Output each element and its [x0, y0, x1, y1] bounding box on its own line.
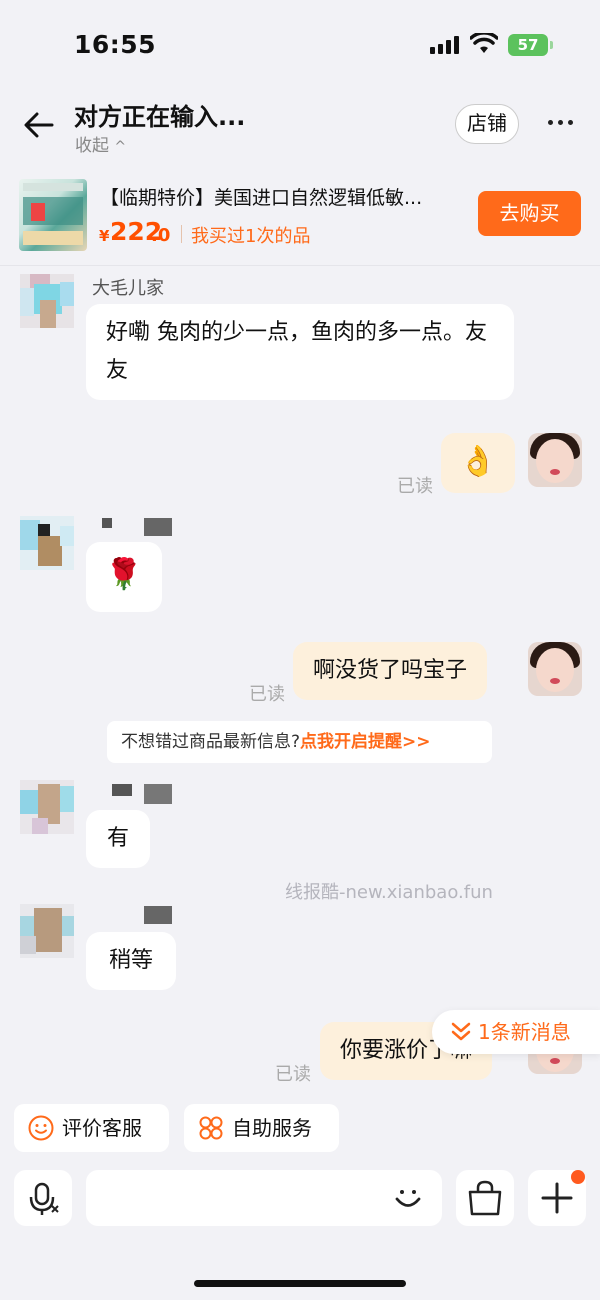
- voice-input-button[interactable]: [14, 1170, 72, 1226]
- rate-service-button[interactable]: 评价客服: [14, 1104, 169, 1152]
- avatar[interactable]: [20, 780, 74, 834]
- pixelated-sender-name: [102, 518, 112, 528]
- new-message-pill[interactable]: 1条新消息: [432, 1010, 600, 1054]
- status-time: 16:55: [74, 30, 157, 59]
- quick-action-label: 评价客服: [62, 1116, 142, 1140]
- notification-dot: [571, 1170, 585, 1184]
- sender-name: 大毛儿家: [92, 278, 164, 299]
- pixelated-sender-name: [144, 784, 172, 804]
- read-receipt: 已读: [397, 476, 433, 497]
- my-avatar[interactable]: [528, 642, 582, 696]
- shopping-bag-button[interactable]: [456, 1170, 514, 1226]
- product-card[interactable]: 【临期特价】美国进口自然逻辑低敏... ¥ 222 .0 我买过1次的品 去购买: [0, 170, 600, 266]
- divider: [181, 225, 182, 243]
- chevron-up-icon: ^: [114, 139, 127, 155]
- new-message-label: 1条新消息: [478, 1020, 571, 1044]
- grid-clover-icon: [199, 1116, 223, 1140]
- chat-title: 对方正在输入...: [74, 103, 246, 131]
- rose-emoji: 🌹: [105, 557, 143, 592]
- more-icon[interactable]: [546, 118, 576, 128]
- reminder-notice[interactable]: 不想错过商品最新信息?点我开启提醒>>: [107, 721, 492, 763]
- double-chevron-down-icon: [451, 1022, 471, 1041]
- watermark: 线报酷-new.xianbao.fun: [285, 882, 493, 903]
- purchase-history-tag: 我买过1次的品: [191, 226, 311, 247]
- home-indicator[interactable]: [194, 1280, 406, 1287]
- message-bubble[interactable]: 好嘞 兔肉的少一点，鱼肉的多一点。友友: [86, 304, 514, 400]
- collapse-label: 收起: [75, 136, 109, 156]
- pixelated-sender-name: [144, 518, 172, 536]
- input-bar: [0, 1160, 600, 1300]
- read-receipt: 已读: [275, 1064, 311, 1085]
- battery-indicator: 57: [508, 34, 553, 56]
- smile-face-icon: [28, 1115, 54, 1141]
- back-arrow-icon[interactable]: [22, 108, 56, 142]
- message-bubble[interactable]: 稍等: [86, 932, 176, 990]
- message-bubble[interactable]: 👌: [441, 433, 515, 493]
- notice-text: 不想错过商品最新信息?: [121, 732, 301, 752]
- my-avatar[interactable]: [528, 433, 582, 487]
- shopping-bag-icon: [468, 1180, 502, 1216]
- store-button[interactable]: 店铺: [455, 104, 519, 144]
- quick-action-label: 自助服务: [232, 1116, 312, 1140]
- price-currency: ¥: [99, 227, 110, 245]
- message-bubble[interactable]: 有: [86, 810, 150, 868]
- enable-reminder-link[interactable]: 点我开启提醒>>: [300, 732, 431, 752]
- avatar[interactable]: [20, 274, 74, 328]
- status-bar: 16:55 57: [0, 0, 600, 90]
- collapse-toggle[interactable]: 收起 ^: [75, 131, 126, 156]
- avatar[interactable]: [20, 904, 74, 958]
- read-receipt: 已读: [249, 684, 285, 705]
- pixelated-sender-name: [144, 906, 172, 924]
- cellular-signal-icon: [430, 36, 462, 54]
- self-service-button[interactable]: 自助服务: [184, 1104, 339, 1152]
- avatar[interactable]: [20, 516, 74, 570]
- buy-button[interactable]: 去购买: [478, 191, 581, 236]
- message-input[interactable]: [86, 1170, 442, 1226]
- product-price-decimal: .0: [151, 225, 171, 246]
- ok-hand-emoji: 👌: [459, 444, 497, 479]
- product-thumbnail[interactable]: [19, 179, 87, 251]
- microphone-icon: [29, 1182, 59, 1215]
- pixelated-sender-name: [112, 784, 132, 796]
- product-title[interactable]: 【临期特价】美国进口自然逻辑低敏...: [100, 183, 465, 210]
- wifi-icon: [470, 33, 498, 53]
- message-bubble[interactable]: 🌹: [86, 542, 162, 612]
- emoji-picker-icon[interactable]: [392, 1182, 424, 1214]
- message-bubble[interactable]: 啊没货了吗宝子: [293, 642, 488, 700]
